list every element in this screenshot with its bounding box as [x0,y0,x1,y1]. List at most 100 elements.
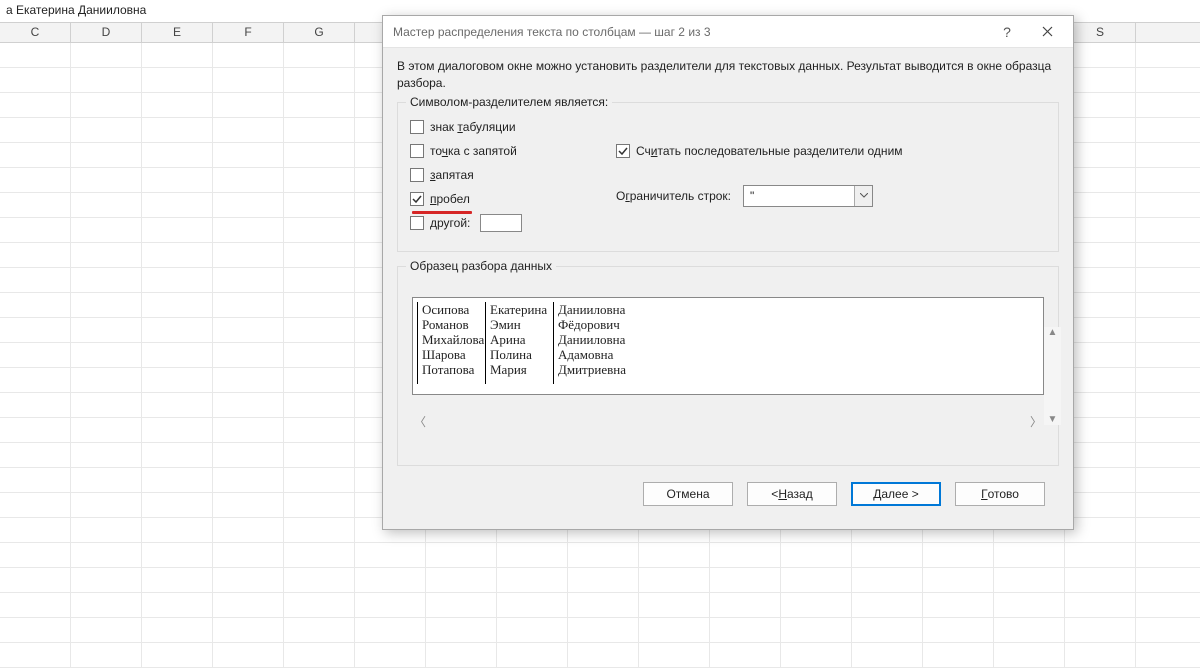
cell[interactable] [213,318,284,342]
checkbox-semicolon[interactable] [410,144,424,158]
cell[interactable] [1065,268,1136,292]
cell[interactable] [284,643,355,667]
cell[interactable] [0,443,71,467]
cell[interactable] [284,468,355,492]
cell[interactable] [284,218,355,242]
checkbox-space[interactable] [410,192,424,206]
delimiter-space-row[interactable]: пробел [410,187,596,211]
delimiter-other-row[interactable]: другой: [410,211,596,235]
cell[interactable] [284,118,355,142]
cell[interactable] [71,468,142,492]
back-button[interactable]: < Назад [747,482,837,506]
cell[interactable] [1136,68,1200,92]
scroll-down-icon[interactable]: ▼ [1048,414,1058,425]
cell[interactable] [284,543,355,567]
cell[interactable] [355,593,426,617]
cell[interactable] [142,218,213,242]
cell[interactable] [355,643,426,667]
column-header[interactable]: G [284,23,355,42]
cell[interactable] [1136,118,1200,142]
cell[interactable] [639,643,710,667]
cell[interactable] [142,43,213,67]
cell[interactable] [142,343,213,367]
cell[interactable] [568,643,639,667]
cell[interactable] [213,218,284,242]
cell[interactable] [1136,643,1200,667]
cell[interactable] [852,568,923,592]
cell[interactable] [426,618,497,642]
cell[interactable] [71,568,142,592]
other-delimiter-input[interactable] [480,214,522,232]
cell[interactable] [994,543,1065,567]
cell[interactable] [142,568,213,592]
cell[interactable] [213,418,284,442]
cancel-button[interactable]: Отмена [643,482,733,506]
cell[interactable] [213,518,284,542]
text-qualifier-combo[interactable]: " [743,185,873,207]
cell[interactable] [213,343,284,367]
cell[interactable] [0,468,71,492]
cell[interactable] [213,68,284,92]
cell[interactable] [0,293,71,317]
cell[interactable] [284,268,355,292]
cell[interactable] [497,593,568,617]
cell[interactable] [142,168,213,192]
column-header[interactable]: F [213,23,284,42]
cell[interactable] [142,293,213,317]
cell[interactable] [71,368,142,392]
cell[interactable] [284,293,355,317]
cell[interactable] [71,543,142,567]
cell[interactable] [1065,243,1136,267]
cell[interactable] [355,568,426,592]
help-button[interactable]: ? [987,18,1027,46]
cell[interactable] [497,643,568,667]
cell[interactable] [1065,493,1136,517]
cell[interactable] [781,643,852,667]
cell[interactable] [142,68,213,92]
cell[interactable] [71,268,142,292]
finish-button[interactable]: Готово [955,482,1045,506]
cell[interactable] [1065,543,1136,567]
cell[interactable] [213,193,284,217]
cell[interactable] [426,543,497,567]
cell[interactable] [284,243,355,267]
cell[interactable] [710,568,781,592]
cell[interactable] [852,643,923,667]
scroll-left-icon[interactable]: 〈 [414,413,426,430]
cell[interactable] [0,593,71,617]
cell[interactable] [426,643,497,667]
cell[interactable] [1136,293,1200,317]
cell[interactable] [0,243,71,267]
cell[interactable] [0,543,71,567]
cell[interactable] [0,318,71,342]
cell[interactable] [142,318,213,342]
cell[interactable] [1136,493,1200,517]
cell[interactable] [142,193,213,217]
cell[interactable] [284,168,355,192]
cell[interactable] [142,593,213,617]
cell[interactable] [284,68,355,92]
cell[interactable] [0,368,71,392]
cell[interactable] [284,318,355,342]
cell[interactable] [142,518,213,542]
cell[interactable] [1065,168,1136,192]
cell[interactable] [0,68,71,92]
cell[interactable] [639,568,710,592]
cell[interactable] [1065,43,1136,67]
cell[interactable] [1065,368,1136,392]
cell[interactable] [142,643,213,667]
cell[interactable] [1136,318,1200,342]
cell[interactable] [142,418,213,442]
cell[interactable] [71,518,142,542]
cell[interactable] [213,118,284,142]
cell[interactable] [71,318,142,342]
cell[interactable] [284,593,355,617]
cell[interactable] [497,543,568,567]
combo-dropdown-button[interactable] [854,186,872,206]
cell[interactable] [710,643,781,667]
cell[interactable] [710,543,781,567]
cell[interactable] [781,593,852,617]
cell[interactable] [923,543,994,567]
cell[interactable] [1136,618,1200,642]
cell[interactable] [0,218,71,242]
